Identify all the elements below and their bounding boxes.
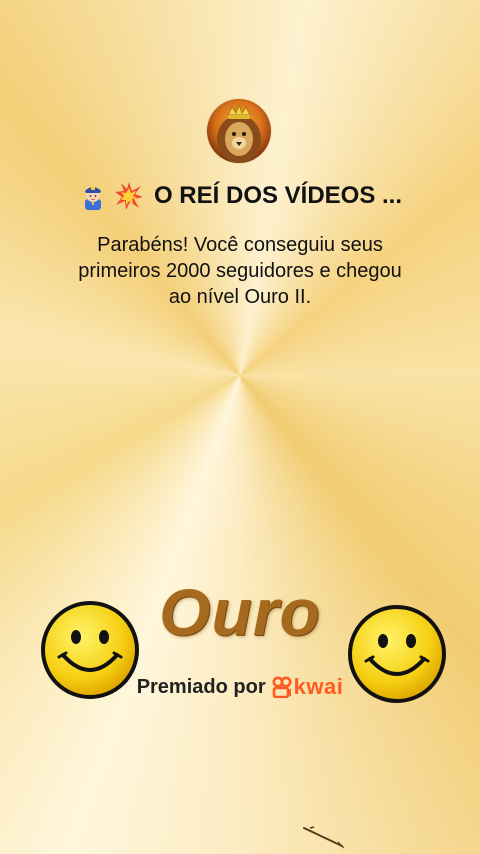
collision-icon <box>114 182 143 210</box>
message-line-2: primeiros 2000 seguidores e chegou <box>78 260 402 282</box>
profile-avatar[interactable] <box>207 99 271 163</box>
kwai-logo: kwai <box>272 674 344 700</box>
awarded-by-row: Premiado por kwai <box>0 672 480 702</box>
profile-title-row: O REÍ DOS VÍDEOS ... <box>0 178 480 214</box>
kwai-icon <box>272 676 292 698</box>
message-line-3: ao nível Ouro II. <box>168 286 312 308</box>
lion-avatar-icon <box>207 99 271 163</box>
congratulations-message: Parabéns! Você conseguiu seus primeiros … <box>40 232 440 310</box>
police-officer-icon <box>84 187 101 210</box>
level-badge-label: Ouro <box>159 575 321 649</box>
decorative-scribble <box>303 826 345 849</box>
profile-name-title: O REÍ DOS VÍDEOS ... <box>153 182 403 209</box>
kwai-brand-text: kwai <box>293 674 344 699</box>
awarded-by-label: Premiado por <box>136 675 266 698</box>
message-line-1: Parabéns! Você conseguiu seus <box>97 234 383 256</box>
